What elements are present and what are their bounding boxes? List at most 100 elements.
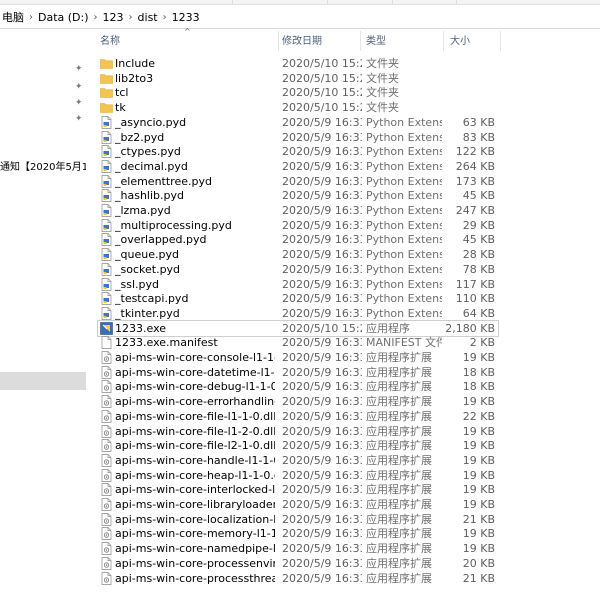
file-row[interactable]: _overlapped.pyd 2020/5/9 16:33 Python Exte… [98,232,498,247]
file-name: lib2to3 [115,71,154,85]
file-row[interactable]: api-ms-win-core-handle-l1-1-0.dll 2020/5/… [98,453,498,468]
file-row[interactable]: _lzma.pyd 2020/5/9 16:33 Python Extensio..… [98,203,498,218]
python-file-icon [100,160,113,173]
file-name: api-ms-win-core-handle-l1-1-0.dll [115,453,275,467]
file-modified-date: 2020/5/9 16:33 [282,542,362,556]
file-row[interactable]: Include 2020/5/10 15:28 文件夹 [98,56,498,71]
address-bar[interactable]: 电脑 › Data (D:) › 123 › dist › 1233 [0,6,600,29]
column-divider[interactable] [500,31,501,51]
breadcrumb: 电脑 › Data (D:) › 123 › dist › 1233 [0,6,202,28]
file-row[interactable]: api-ms-win-core-interlocked-l1-1-0.dll 20… [98,482,498,497]
file-row[interactable]: _ctypes.pyd 2020/5/9 16:33 Python Extensio… [98,144,498,159]
pin-icon[interactable]: ✦ [75,83,84,92]
file-size: 19 KB [462,453,495,467]
quick-access-notice-item[interactable]: 通知【2020年5月10日】 [0,160,86,176]
file-type: Python Extensio... [366,218,442,232]
file-name: api-ms-win-core-namedpipe-l1-1-0.dll [115,542,275,556]
file-type: 应用程序扩展 [366,351,432,364]
column-size[interactable]: 大小 [450,29,470,53]
file-row[interactable]: api-ms-win-core-debug-l1-1-0.dll 2020/5/9… [98,379,498,394]
chevron-right-icon[interactable]: › [91,12,101,23]
file-row[interactable]: _tkinter.pyd 2020/5/9 16:33 Python Extensi… [98,306,498,321]
file-type: Python Extensio... [366,262,442,276]
file-size: 83 KB [462,130,495,144]
file-row[interactable]: tcl 2020/5/10 15:28 文件夹 [98,85,498,100]
breadcrumb-folder-1233[interactable]: 1233 [170,11,202,24]
file-modified-date: 2020/5/9 16:33 [282,439,362,453]
selected-nav-item[interactable] [0,372,86,390]
file-row[interactable]: api-ms-win-core-file-l2-1-0.dll 2020/5/9 … [98,438,498,453]
file-row-selected[interactable]: 1233.exe 2020/5/10 15:28 应用程序 2,180 KB [97,319,499,337]
file-row[interactable]: api-ms-win-core-heap-l1-1-0.dll 2020/5/9 … [98,468,498,483]
file-row[interactable]: _bz2.pyd 2020/5/9 16:33 Python Extensio...… [98,130,498,145]
file-size: 18 KB [462,365,495,379]
breadcrumb-pc[interactable]: 电脑 [0,9,26,25]
python-file-icon [100,292,113,306]
file-row[interactable]: _queue.pyd 2020/5/9 16:33 Python Extensio.… [98,247,498,262]
pin-icon[interactable]: ✦ [75,115,84,124]
column-divider[interactable] [360,31,361,51]
folder-icon [100,57,113,70]
column-date[interactable]: 修改日期 [282,29,322,53]
file-size: 19 KB [462,542,495,556]
file-row[interactable]: _ssl.pyd 2020/5/9 16:33 Python Extensio...… [98,277,498,292]
file-row[interactable]: api-ms-win-core-errorhandling-l1-1-... 20… [98,394,498,409]
chevron-right-icon[interactable]: › [160,12,170,23]
file-type: 应用程序扩展 [366,483,432,497]
column-type[interactable]: 类型 [366,29,386,53]
file-size: 173 KB [455,174,495,188]
chevron-right-icon[interactable]: › [26,12,36,23]
file-size: 19 KB [462,498,495,511]
file-row[interactable]: _decimal.pyd 2020/5/9 16:33 Python Extensi… [98,159,498,174]
dll-file-icon [100,512,113,526]
file-row[interactable]: _hashlib.pyd 2020/5/9 16:33 Python Extensi… [98,188,498,203]
dll-file-icon [100,498,113,511]
file-row[interactable]: api-ms-win-core-localization-l1-2-0.dll 2… [98,512,498,527]
file-size: 29 KB [462,218,495,232]
chevron-right-icon[interactable]: › [126,12,136,23]
file-row[interactable]: _multiprocessing.pyd 2020/5/9 16:33 Python… [98,218,498,233]
file-row[interactable]: _asyncio.pyd 2020/5/9 16:33 Python Extensi… [98,115,498,130]
breadcrumb-folder-123[interactable]: 123 [101,11,126,24]
file-row[interactable]: tk 2020/5/10 15:28 文件夹 [98,100,498,115]
file-modified-date: 2020/5/9 16:33 [282,512,362,526]
file-row[interactable]: api-ms-win-core-processenvironmen... 2020… [98,556,498,571]
file-type: Python Extensio... [366,292,442,306]
breadcrumb-folder-dist[interactable]: dist [136,11,160,24]
file-type: 应用程序扩展 [366,542,432,556]
file-size: 19 KB [462,483,495,497]
file-list: ^ 名称 修改日期 类型 大小 Include 2020/5/10 15:28 文件… [86,27,600,597]
file-name: api-ms-win-core-memory-l1-1-0.dll [115,527,275,541]
file-row[interactable]: api-ms-win-core-libraryloader-l1-1-0... 2… [98,497,498,512]
file-type: 应用程序扩展 [366,527,432,541]
file-modified-date: 2020/5/9 16:33 [282,204,362,217]
file-name: _overlapped.pyd [115,233,207,247]
breadcrumb-drive[interactable]: Data (D:) [36,11,91,24]
file-name: api-ms-win-core-datetime-l1-1-0.dll [115,365,275,379]
column-divider[interactable] [278,31,279,51]
file-modified-date: 2020/5/9 16:33 [282,262,362,276]
file-row[interactable]: _socket.pyd 2020/5/9 16:33 Python Extensio… [98,262,498,277]
file-size: 110 KB [455,292,495,306]
file-row[interactable]: api-ms-win-core-datetime-l1-1-0.dll 2020/… [98,365,498,380]
file-row[interactable]: api-ms-win-core-file-l1-1-0.dll 2020/5/9 … [98,409,498,424]
file-row[interactable]: api-ms-win-core-memory-l1-1-0.dll 2020/5/… [98,526,498,541]
file-modified-date: 2020/5/10 15:28 [282,86,362,100]
ribbon-edge [0,0,600,5]
file-size [443,56,495,71]
file-name: api-ms-win-core-file-l1-2-0.dll [115,424,275,438]
application-icon [100,321,113,335]
file-name: api-ms-win-core-localization-l1-2-0.dll [115,512,275,526]
column-divider[interactable] [443,31,444,51]
file-row[interactable]: lib2to3 2020/5/10 15:28 文件夹 [98,71,498,86]
column-name[interactable]: 名称 [100,29,120,53]
file-row[interactable]: 1233.exe.manifest 2020/5/9 16:33 MANIFEST … [98,335,498,350]
file-row[interactable]: api-ms-win-core-processthreads-l1-1... 20… [98,571,498,586]
pin-icon[interactable]: ✦ [75,65,84,74]
file-row[interactable]: api-ms-win-core-namedpipe-l1-1-0.dll 2020… [98,541,498,556]
file-row[interactable]: _testcapi.pyd 2020/5/9 16:33 Python Extens… [98,291,498,306]
file-row[interactable]: api-ms-win-core-console-l1-1-0.dll 2020/5… [98,350,498,365]
file-row[interactable]: api-ms-win-core-file-l1-2-0.dll 2020/5/9 … [98,424,498,439]
pin-icon[interactable]: ✦ [75,99,84,108]
file-row[interactable]: _elementtree.pyd 2020/5/9 16:33 Python Ext… [98,174,498,189]
